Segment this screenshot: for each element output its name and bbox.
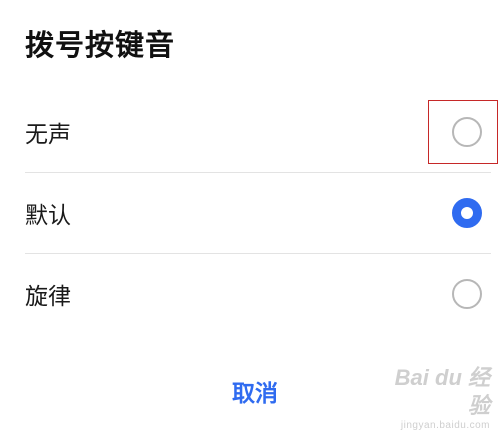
watermark-main-text: Bai du 经验 <box>394 365 490 418</box>
dial-tone-dialog: 拨号按键音 无声 默认 旋律 取消 Bai du 经验 jingyan.baid… <box>0 0 500 431</box>
option-melody[interactable]: 旋律 <box>0 254 500 334</box>
dialog-title: 拨号按键音 <box>25 28 176 62</box>
option-label: 无声 <box>25 122 71 148</box>
option-silent[interactable]: 无声 <box>0 92 500 172</box>
option-label: 默认 <box>25 203 71 229</box>
cancel-button[interactable]: 取消 <box>205 374 305 414</box>
watermark-logo: Bai du 经验 jingyan.baidu.com <box>390 364 490 431</box>
option-label: 旋律 <box>25 284 71 310</box>
radio-selected-icon[interactable] <box>452 198 482 228</box>
radio-unselected-icon[interactable] <box>452 279 482 309</box>
annotation-highlight-box <box>428 100 498 164</box>
option-default[interactable]: 默认 <box>0 173 500 253</box>
watermark-sub-text: jingyan.baidu.com <box>400 420 490 431</box>
